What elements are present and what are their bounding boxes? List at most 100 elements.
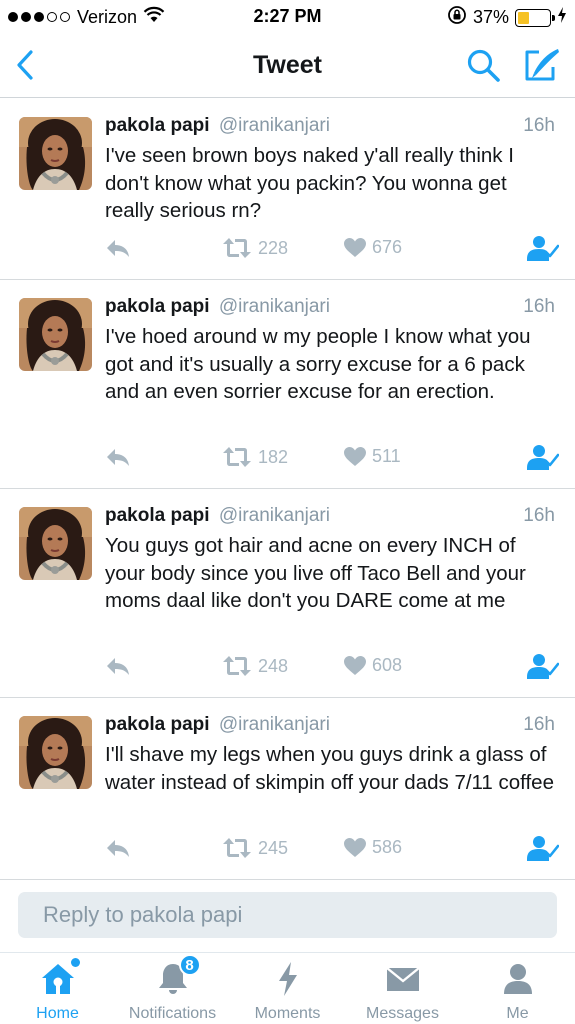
retweet-button[interactable]: 182 — [222, 446, 288, 468]
retweet-button[interactable]: 245 — [222, 837, 288, 859]
tweet-actions: 248 608 — [0, 653, 575, 683]
following-icon — [527, 445, 559, 470]
compose-button[interactable] — [522, 46, 562, 84]
retweet-count: 248 — [258, 655, 289, 676]
battery-percent: 37% — [472, 7, 509, 27]
tweet-text: I've seen brown boys naked y'all really … — [105, 144, 514, 222]
tab-label: Moments — [254, 1005, 321, 1022]
nav-bar: Tweet — [0, 34, 575, 98]
tweet-text: You guys got hair and acne on every INCH… — [105, 534, 526, 612]
tweet-time: 16h — [523, 505, 555, 526]
tweet-actions: 182 511 — [0, 444, 575, 474]
reply-icon — [107, 240, 129, 257]
retweet-button[interactable]: 228 — [222, 237, 288, 259]
retweet-icon — [223, 447, 251, 467]
following-button[interactable] — [527, 835, 559, 861]
heart-icon — [344, 837, 366, 857]
user-handle[interactable]: @iranikanjari — [219, 115, 330, 136]
lightning-icon — [278, 962, 297, 996]
retweet-icon — [223, 238, 251, 258]
following-icon — [527, 236, 559, 261]
tweet[interactable]: pakola papi @iranikanjari 16h I've hoed … — [0, 280, 575, 489]
reply-button[interactable] — [105, 237, 131, 259]
avatar[interactable] — [19, 117, 92, 190]
following-button[interactable] — [527, 444, 559, 470]
reply-placeholder: Reply to pakola papi — [43, 902, 243, 927]
user-name[interactable]: pakola papi — [105, 115, 210, 136]
tweet-time: 16h — [523, 714, 555, 735]
tweet-header: pakola papi @iranikanjari 16h — [105, 115, 555, 141]
like-button[interactable]: 608 — [344, 655, 402, 676]
avatar[interactable] — [19, 298, 92, 371]
tweet[interactable]: pakola papi @iranikanjari 16h I'll shave… — [0, 698, 575, 880]
user-handle[interactable]: @iranikanjari — [219, 296, 330, 317]
like-count: 676 — [372, 237, 403, 257]
heart-icon — [344, 655, 366, 675]
following-icon — [527, 654, 559, 679]
like-count: 608 — [372, 655, 403, 675]
new-content-dot — [70, 958, 80, 967]
compose-icon — [525, 49, 559, 81]
tab-me[interactable]: Me — [460, 961, 575, 1024]
heart-icon — [344, 237, 366, 257]
tweet-header: pakola papi @iranikanjari 16h — [105, 714, 555, 740]
tab-messages[interactable]: Messages — [345, 961, 460, 1024]
heart-icon — [344, 446, 366, 466]
charging-bolt-icon — [557, 7, 567, 28]
person-icon — [503, 964, 532, 994]
following-button[interactable] — [527, 653, 559, 679]
tweet-time: 16h — [523, 296, 555, 317]
search-icon — [467, 49, 500, 82]
following-icon — [527, 836, 559, 861]
user-name[interactable]: pakola papi — [105, 714, 210, 735]
reply-icon — [107, 658, 129, 675]
tab-bar: Home 8 Notifications Moments Messages Me — [0, 952, 575, 1024]
status-right: 37% — [447, 5, 567, 30]
retweet-button[interactable]: 248 — [222, 655, 288, 677]
like-count: 511 — [372, 446, 401, 466]
tab-notifications[interactable]: 8 Notifications — [115, 954, 230, 1024]
following-button[interactable] — [527, 235, 559, 261]
like-button[interactable]: 676 — [344, 237, 402, 258]
tweet-actions: 245 586 — [0, 835, 575, 865]
retweet-icon — [223, 656, 251, 676]
tab-home[interactable]: Home — [0, 958, 115, 1024]
tweet[interactable]: pakola papi @iranikanjari 16h You guys g… — [0, 489, 575, 698]
notification-badge: 8 — [178, 954, 201, 976]
retweet-count: 245 — [258, 837, 289, 858]
tweet-text: I've hoed around w my people I know what… — [105, 325, 531, 403]
tweet-list: pakola papi @iranikanjari 16h I've seen … — [0, 99, 575, 880]
reply-button[interactable] — [105, 837, 131, 859]
tab-label: Me — [506, 1005, 529, 1022]
tweet-text: I'll shave my legs when you guys drink a… — [105, 743, 554, 794]
avatar[interactable] — [19, 507, 92, 580]
tab-moments[interactable]: Moments — [230, 961, 345, 1024]
like-button[interactable]: 586 — [344, 837, 402, 858]
user-handle[interactable]: @iranikanjari — [219, 714, 330, 735]
tab-label: Home — [36, 1005, 79, 1022]
tab-label: Messages — [366, 1005, 439, 1022]
user-name[interactable]: pakola papi — [105, 505, 210, 526]
envelope-icon — [385, 967, 420, 991]
retweet-count: 228 — [258, 237, 289, 258]
retweet-icon — [223, 838, 251, 858]
tweet-header: pakola papi @iranikanjari 16h — [105, 505, 555, 531]
search-button[interactable] — [466, 48, 502, 84]
avatar[interactable] — [19, 716, 92, 789]
user-handle[interactable]: @iranikanjari — [219, 505, 330, 526]
tweet-header: pakola papi @iranikanjari 16h — [105, 296, 555, 322]
reply-button[interactable] — [105, 655, 131, 677]
tweet-time: 16h — [523, 115, 555, 136]
like-button[interactable]: 511 — [344, 446, 401, 467]
reply-button[interactable] — [105, 446, 131, 468]
home-icon — [41, 964, 74, 994]
retweet-count: 182 — [258, 446, 289, 467]
tweet[interactable]: pakola papi @iranikanjari 16h I've seen … — [0, 99, 575, 280]
reply-input[interactable]: Reply to pakola papi — [18, 892, 557, 938]
back-button[interactable] — [10, 48, 40, 82]
user-name[interactable]: pakola papi — [105, 296, 210, 317]
orientation-lock-icon — [447, 5, 467, 30]
reply-icon — [107, 449, 129, 466]
status-bar: Verizon 2:27 PM 37% — [0, 0, 575, 34]
like-count: 586 — [372, 837, 403, 857]
